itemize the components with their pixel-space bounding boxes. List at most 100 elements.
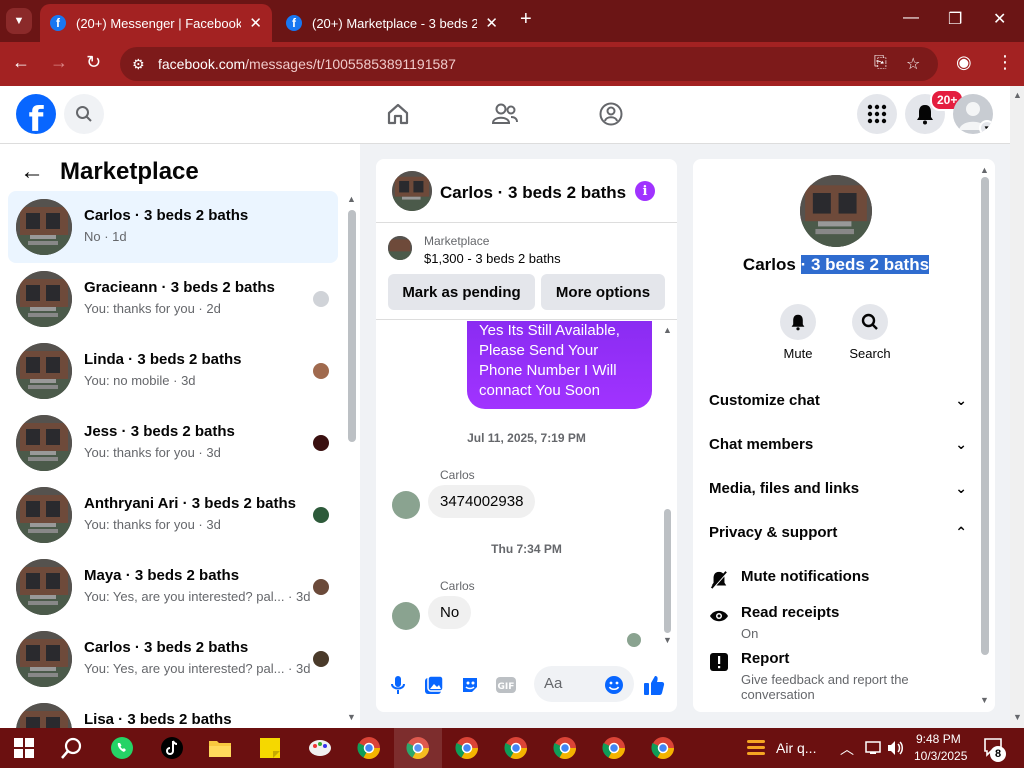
site-settings-icon[interactable]: ⚙ xyxy=(132,56,152,73)
facebook-logo-icon[interactable]: f xyxy=(16,94,56,134)
forward-arrow-icon[interactable]: → xyxy=(50,52,68,73)
scrollbar-thumb[interactable] xyxy=(348,210,356,442)
mute-button[interactable]: Mute xyxy=(768,304,828,361)
gif-icon[interactable]: GIF xyxy=(495,674,517,696)
chrome-profile-icon[interactable] xyxy=(651,736,675,760)
read-receipts-item[interactable]: Read receipts On xyxy=(709,604,969,644)
privacy-support-row[interactable]: Privacy & support ⌃ xyxy=(709,524,967,541)
close-tab-icon[interactable]: ✕ xyxy=(249,14,262,32)
conversation-item[interactable]: Jess · 3 beds 2 baths You: thanks for yo… xyxy=(8,407,338,479)
listing-thumbnail[interactable] xyxy=(388,236,412,260)
chat-header: Carlos · 3 beds 2 baths i xyxy=(376,159,677,223)
scroll-up-arrow-icon[interactable]: ▲ xyxy=(347,194,356,204)
emoji-icon[interactable] xyxy=(603,674,625,696)
chat-title[interactable]: Carlos · 3 beds 2 baths xyxy=(440,183,626,203)
weather-text[interactable]: Air q... xyxy=(776,740,816,756)
contact-avatar[interactable] xyxy=(392,491,420,519)
scroll-down-arrow-icon[interactable]: ▼ xyxy=(663,635,672,645)
close-window-icon[interactable]: ✕ xyxy=(993,9,1006,29)
sticky-notes-icon[interactable] xyxy=(258,736,282,760)
conversation-item[interactable]: Carlos · 3 beds 2 baths You: Yes, are yo… xyxy=(8,623,338,695)
message-scrollbar[interactable]: ▲ ▼ xyxy=(663,325,673,647)
address-bar[interactable]: ⚙ facebook.com/messages/t/10055853891191… xyxy=(120,47,938,81)
scroll-down-arrow-icon[interactable]: ▼ xyxy=(980,695,989,705)
bookmark-star-icon[interactable]: ☆ xyxy=(906,54,920,74)
weather-air-quality-icon[interactable] xyxy=(744,736,768,760)
friends-icon[interactable] xyxy=(490,99,520,129)
search-button[interactable]: Search xyxy=(840,304,900,361)
scroll-up-arrow-icon[interactable]: ▲ xyxy=(663,325,672,335)
conversation-item[interactable]: Carlos · 3 beds 2 baths No · 1d xyxy=(8,191,338,263)
tab-marketplace[interactable]: f (20+) Marketplace - 3 beds 2 baths ✕ xyxy=(276,4,508,42)
conversation-item[interactable]: Gracieann · 3 beds 2 baths You: thanks f… xyxy=(8,263,338,335)
scrollbar-thumb[interactable] xyxy=(981,177,989,655)
groups-icon[interactable] xyxy=(596,99,626,129)
report-item[interactable]: Report Give feedback and report the conv… xyxy=(709,650,969,702)
file-explorer-icon[interactable] xyxy=(208,736,232,760)
chrome-profile-icon[interactable] xyxy=(553,736,577,760)
whatsapp-icon[interactable] xyxy=(110,736,134,760)
clock-time[interactable]: 9:48 PM xyxy=(916,732,961,746)
chrome-profile-icon[interactable] xyxy=(394,728,442,768)
back-arrow-icon[interactable]: ← xyxy=(20,158,44,186)
close-tab-icon[interactable]: ✕ xyxy=(485,14,498,32)
restore-icon[interactable]: ❐ xyxy=(948,9,962,29)
scroll-down-arrow-icon[interactable]: ▼ xyxy=(347,712,356,722)
url-text[interactable]: facebook.com/messages/t/1005585389119158… xyxy=(158,56,456,72)
show-hidden-icons-chevron-icon[interactable]: ︿ xyxy=(840,739,854,759)
install-app-icon[interactable]: ⎘ xyxy=(874,54,887,72)
menu-kebab-icon[interactable]: ⋮ xyxy=(996,52,1014,73)
clock-date[interactable]: 10/3/2025 xyxy=(914,749,967,763)
tiktok-icon[interactable] xyxy=(160,736,184,760)
microphone-icon[interactable] xyxy=(387,674,409,696)
more-options-button[interactable]: More options xyxy=(541,274,665,310)
info-icon[interactable]: i xyxy=(635,181,655,201)
contact-avatar[interactable] xyxy=(392,602,420,630)
chat-members-row[interactable]: Chat members ⌄ xyxy=(709,436,967,453)
info-panel-scrollbar[interactable]: ▲ ▼ xyxy=(980,165,990,705)
sticker-icon[interactable] xyxy=(459,674,481,696)
customize-chat-row[interactable]: Customize chat ⌄ xyxy=(709,392,967,409)
outgoing-message[interactable]: Yes Its Still Available, Please Send You… xyxy=(467,321,652,409)
chrome-profile-icon[interactable] xyxy=(504,736,528,760)
media-files-links-row[interactable]: Media, files and links ⌄ xyxy=(709,480,967,497)
tab-messenger[interactable]: f (20+) Messenger | Facebook ✕ xyxy=(40,4,272,42)
profile-icon[interactable]: ◉ xyxy=(956,52,972,73)
scroll-up-arrow-icon[interactable]: ▲ xyxy=(1013,90,1022,100)
chrome-profile-icon[interactable] xyxy=(455,736,479,760)
incoming-message[interactable]: 3474002938 xyxy=(428,485,536,518)
listing-price[interactable]: $1,300 - 3 beds 2 baths xyxy=(424,251,561,266)
scrollbar-thumb[interactable] xyxy=(664,509,671,633)
taskbar-search-icon[interactable] xyxy=(60,736,84,760)
account-avatar[interactable]: ▼ xyxy=(953,94,993,134)
mute-notifications-item[interactable]: Mute notifications xyxy=(709,568,969,598)
search-icon[interactable] xyxy=(64,94,104,134)
menu-grid-icon[interactable] xyxy=(857,94,897,134)
mark-as-pending-button[interactable]: Mark as pending xyxy=(388,274,535,310)
page-scrollbar[interactable]: ▲ ▼ xyxy=(1010,86,1024,728)
incoming-message[interactable]: No xyxy=(428,596,472,629)
windows-start-icon[interactable] xyxy=(12,736,36,760)
gallery-icon[interactable] xyxy=(423,674,445,696)
new-tab-plus-icon[interactable]: + xyxy=(520,8,532,31)
conversation-list-scrollbar[interactable]: ▲ ▼ xyxy=(346,194,356,724)
thumbs-up-icon[interactable] xyxy=(643,674,665,696)
conversation-item[interactable]: Lisa · 3 beds 2 baths xyxy=(8,695,338,728)
chrome-profile-icon[interactable] xyxy=(357,736,381,760)
scroll-up-arrow-icon[interactable]: ▲ xyxy=(980,165,989,175)
listing-thumbnail[interactable] xyxy=(800,175,872,247)
tab-search-chevron-icon[interactable]: ▼ xyxy=(6,8,32,34)
paint-icon[interactable] xyxy=(308,736,332,760)
network-icon[interactable] xyxy=(862,736,886,760)
scroll-down-arrow-icon[interactable]: ▼ xyxy=(1013,712,1022,722)
back-arrow-icon[interactable]: ← xyxy=(12,52,30,73)
volume-icon[interactable] xyxy=(884,736,908,760)
listing-thumbnail[interactable] xyxy=(392,171,432,211)
conversation-item[interactable]: Maya · 3 beds 2 baths You: Yes, are you … xyxy=(8,551,338,623)
chrome-profile-icon[interactable] xyxy=(602,736,626,760)
home-icon[interactable] xyxy=(383,99,413,129)
minimize-icon[interactable]: — xyxy=(903,9,919,27)
conversation-item[interactable]: Anthryani Ari · 3 beds 2 baths You: than… xyxy=(8,479,338,551)
reload-icon[interactable]: ↻ xyxy=(86,52,101,73)
conversation-item[interactable]: Linda · 3 beds 2 baths You: no mobile · … xyxy=(8,335,338,407)
